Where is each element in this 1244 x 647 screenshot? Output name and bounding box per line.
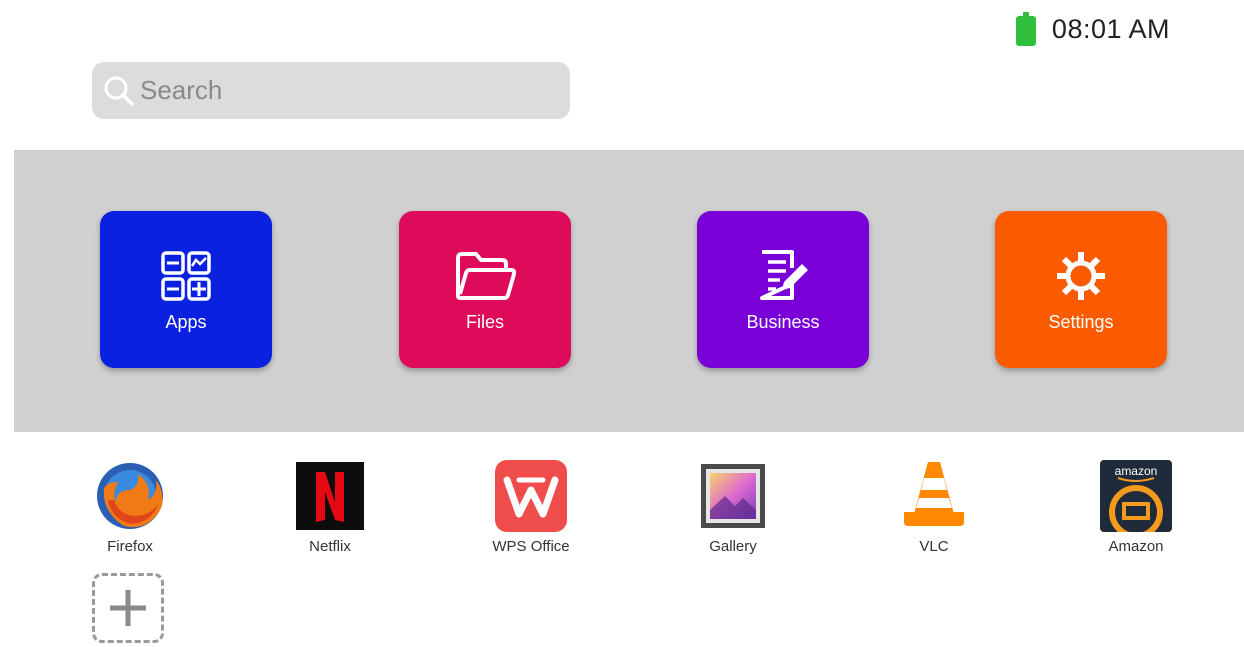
app-wps-office[interactable]: WPS Office xyxy=(461,460,601,555)
search-bar[interactable] xyxy=(92,62,570,119)
search-input[interactable] xyxy=(138,74,562,107)
business-tile-label: Business xyxy=(746,312,820,332)
app-label: WPS Office xyxy=(492,538,570,555)
svg-text:amazon: amazon xyxy=(1115,464,1158,478)
battery-icon xyxy=(1015,12,1036,46)
wps-office-icon xyxy=(495,460,567,532)
files-tile-label: Files xyxy=(465,312,504,332)
app-label: VLC xyxy=(919,538,949,555)
search-icon xyxy=(104,76,134,106)
gear-icon xyxy=(1049,246,1113,306)
folder-icon xyxy=(453,246,517,306)
apps-tile-label: Apps xyxy=(165,312,207,332)
business-tile[interactable]: Business xyxy=(697,211,869,368)
vlc-icon xyxy=(898,460,970,532)
category-panel: Apps Files Business Settings xyxy=(14,150,1244,432)
app-netflix[interactable]: Netflix xyxy=(260,460,400,555)
app-firefox[interactable]: Firefox xyxy=(60,460,200,555)
home-screen: 08:01 AM Search Apps Files Business Sett… xyxy=(0,0,1244,647)
status-bar: 08:01 AM xyxy=(1015,12,1170,46)
netflix-icon xyxy=(294,460,366,532)
clock: 08:01 AM xyxy=(1051,13,1170,44)
app-gallery[interactable]: Gallery xyxy=(663,460,803,555)
app-label: Amazon xyxy=(1108,538,1164,555)
apps-grid-icon xyxy=(154,246,218,306)
settings-tile-label: Settings xyxy=(1048,312,1114,332)
app-vlc[interactable]: VLC xyxy=(864,460,1004,555)
settings-tile[interactable]: Settings xyxy=(995,211,1167,368)
document-edit-icon xyxy=(751,246,815,306)
apps-tile[interactable]: Apps xyxy=(100,211,272,368)
files-tile[interactable]: Files xyxy=(399,211,571,368)
app-label: Firefox xyxy=(107,538,153,555)
firefox-icon xyxy=(94,460,166,532)
app-label: Gallery xyxy=(709,538,757,555)
amazon-icon: amazon xyxy=(1100,460,1172,532)
add-app-button[interactable] xyxy=(92,573,164,643)
plus-icon xyxy=(110,590,146,626)
gallery-icon xyxy=(697,460,769,532)
app-label: Netflix xyxy=(309,538,351,555)
app-amazon[interactable]: amazon Amazon xyxy=(1066,460,1206,555)
